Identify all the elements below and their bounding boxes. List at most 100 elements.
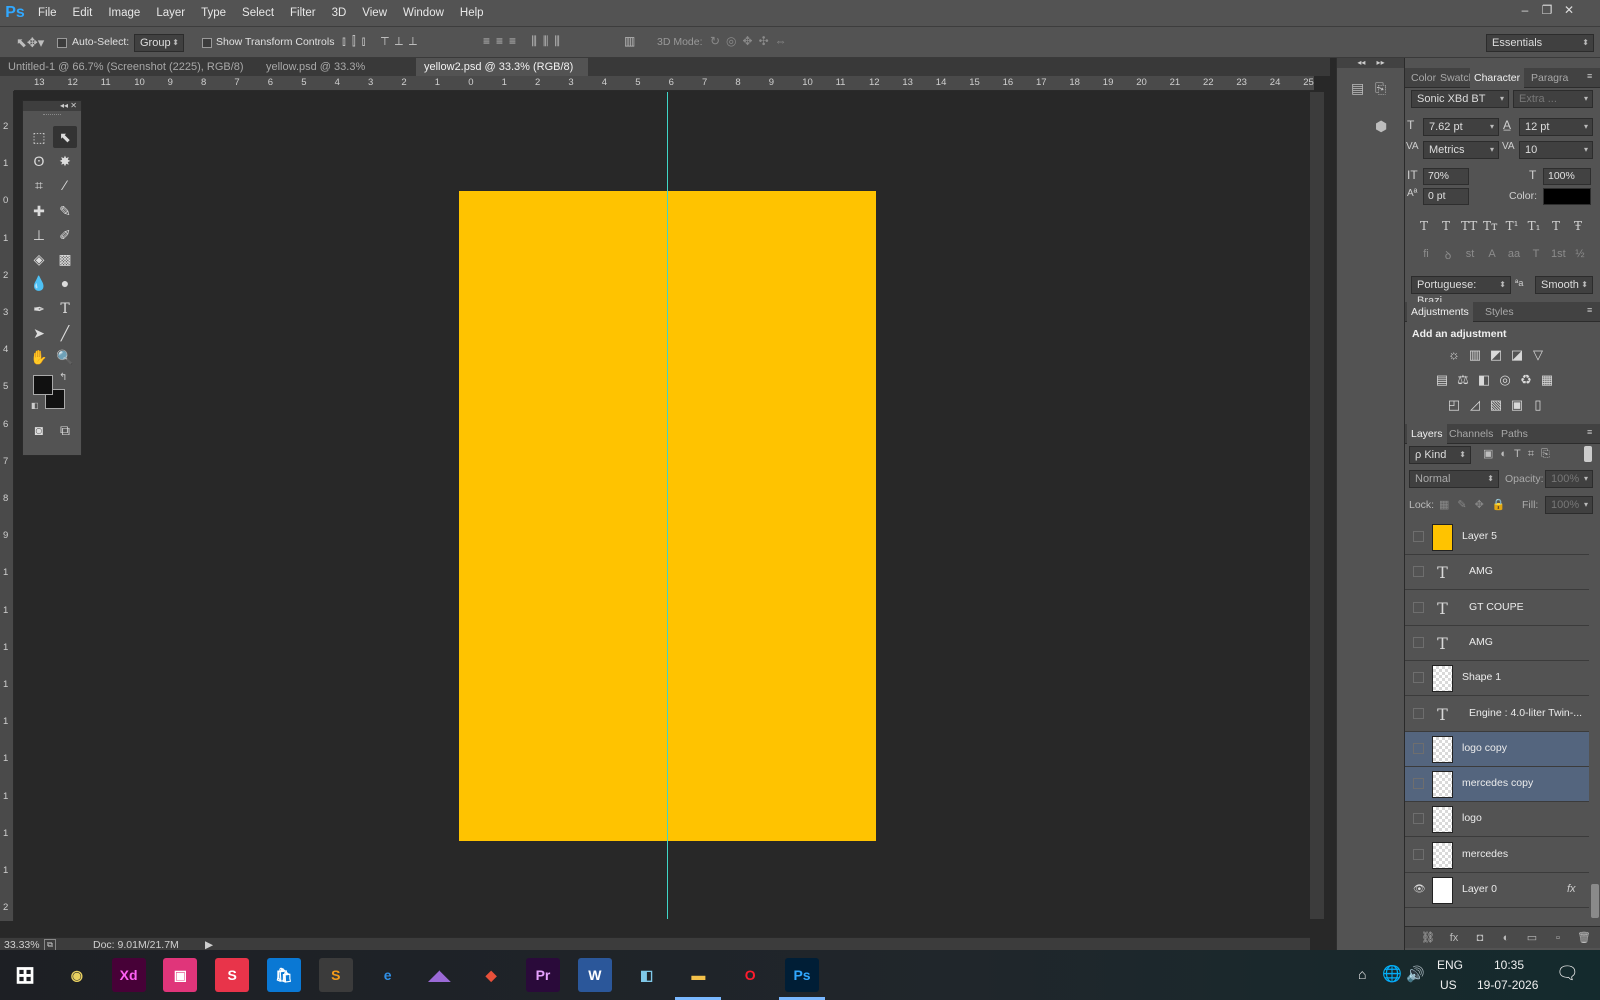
layer-footer-icon[interactable]: ▭: [1525, 931, 1539, 944]
clock-date[interactable]: 19-07-2026: [1477, 978, 1538, 992]
actions-panel-icon[interactable]: ⎘: [1375, 80, 1386, 97]
taskbar-sublime-icon[interactable]: S: [318, 958, 353, 992]
taskbar-visual-studio-icon[interactable]: ◢◣: [422, 958, 456, 992]
layer-name[interactable]: AMG: [1469, 565, 1493, 577]
type-style-icon[interactable]: T: [1417, 219, 1431, 233]
layer-name[interactable]: Layer 0: [1462, 883, 1497, 895]
opentype-icon[interactable]: aa: [1507, 248, 1521, 263]
type-style-icon[interactable]: T¹: [1505, 219, 1519, 233]
taskbar-word-icon[interactable]: W: [577, 958, 612, 992]
layer-name[interactable]: AMG: [1469, 636, 1493, 648]
visibility-toggle[interactable]: [1413, 742, 1424, 754]
visibility-toggle[interactable]: [1413, 636, 1424, 648]
lasso-tool-icon[interactable]: ʘ: [27, 150, 51, 172]
type-style-icon[interactable]: T₁: [1527, 219, 1541, 233]
language-code[interactable]: ENG: [1437, 958, 1463, 972]
3d-panel-icon[interactable]: ⬢: [1375, 118, 1387, 135]
foreground-color-swatch[interactable]: [33, 375, 53, 395]
region-code[interactable]: US: [1440, 978, 1457, 992]
close-button[interactable]: ✕: [1559, 2, 1579, 18]
menu-type[interactable]: Type: [193, 0, 234, 26]
crop-tool-icon[interactable]: ⌗: [27, 174, 51, 196]
layer-row[interactable]: logo copy: [1405, 731, 1589, 767]
taskbar-store-icon[interactable]: 🛍: [267, 958, 301, 992]
font-size-field[interactable]: 7.62 pt ▾: [1423, 118, 1499, 136]
opentype-icon[interactable]: fi: [1419, 248, 1433, 263]
toolbox-header[interactable]: ◂◂ ✕: [23, 101, 81, 111]
horizontal-scale-field[interactable]: 100%: [1543, 168, 1591, 185]
adjustment-icon[interactable]: ▥: [1468, 347, 1482, 363]
layer-name[interactable]: GT COUPE: [1469, 601, 1524, 613]
type-style-icon[interactable]: Tт: [1483, 219, 1498, 233]
layer-filter-dropdown[interactable]: ρ Kind ⬍: [1409, 446, 1471, 464]
adjustment-icon[interactable]: ♻: [1519, 372, 1533, 388]
battery-icon[interactable]: ⌂: [1358, 966, 1366, 982]
taskbar-git-icon[interactable]: ◆: [474, 958, 508, 992]
panel-menu-icon[interactable]: ≡: [1587, 427, 1592, 437]
tab-paragraph[interactable]: Paragra: [1527, 68, 1572, 88]
type-tool-icon[interactable]: T: [53, 298, 77, 320]
auto-align-icon[interactable]: ▥: [624, 34, 635, 48]
restore-button[interactable]: ❐: [1537, 2, 1557, 18]
visibility-toggle[interactable]: [1413, 848, 1424, 860]
opentype-icon[interactable]: A: [1485, 248, 1499, 263]
pen-tool-icon[interactable]: ✒: [27, 298, 51, 320]
type-style-icon[interactable]: TT: [1461, 219, 1477, 233]
layer-row[interactable]: 👁 Layer 0 fx: [1405, 873, 1589, 908]
visibility-toggle[interactable]: [1413, 707, 1424, 719]
tab-yellow[interactable]: yellow.psd @ 33.3% (RGB/8)×: [258, 58, 418, 91]
tab-styles[interactable]: Styles: [1481, 302, 1518, 322]
magic-wand-icon[interactable]: ✸: [53, 150, 77, 172]
taskbar-xd-icon[interactable]: Xd: [111, 958, 146, 992]
opentype-icon[interactable]: 1st: [1551, 248, 1566, 263]
layer-row[interactable]: logo: [1405, 802, 1589, 838]
workspace-dropdown[interactable]: Essentials ⬍: [1486, 34, 1594, 52]
fill-field[interactable]: 100% ▾: [1545, 496, 1593, 514]
menu-file[interactable]: File: [30, 0, 65, 26]
path-selection-icon[interactable]: ➤: [27, 322, 51, 344]
layer-name[interactable]: Shape 1: [1462, 671, 1501, 683]
adjustment-icon[interactable]: ▽: [1531, 347, 1545, 363]
layer-row[interactable]: T AMG: [1405, 626, 1589, 661]
network-icon[interactable]: 🌐: [1382, 964, 1402, 984]
text-color-swatch[interactable]: [1543, 188, 1591, 205]
adjustment-icon[interactable]: ◿: [1468, 397, 1482, 413]
blur-tool-icon[interactable]: 💧: [27, 272, 51, 294]
minimize-button[interactable]: –: [1515, 2, 1535, 18]
quick-mask-icon[interactable]: ◙: [27, 419, 51, 441]
menu-select[interactable]: Select: [234, 0, 282, 26]
layer-row[interactable]: T GT COUPE: [1405, 591, 1589, 626]
tab-layers[interactable]: Layers: [1407, 424, 1447, 444]
tab-character[interactable]: Character: [1470, 68, 1525, 88]
opentype-icon[interactable]: ꝺ: [1441, 248, 1455, 263]
align-icons[interactable]: ⫾⫿⫾ ⊤⊥⊥: [342, 34, 423, 49]
type-style-icon[interactable]: Ŧ: [1571, 219, 1585, 233]
clock-time[interactable]: 10:35: [1494, 958, 1524, 972]
menu-edit[interactable]: Edit: [65, 0, 101, 26]
healing-brush-icon[interactable]: ✚: [27, 200, 51, 222]
opentype-icon[interactable]: ½: [1573, 248, 1587, 263]
adjustment-icon[interactable]: ▯: [1531, 397, 1545, 413]
kerning-dropdown[interactable]: Metrics ▾: [1423, 141, 1499, 159]
eye-icon[interactable]: 👁: [1413, 884, 1426, 895]
layer-fx-icon[interactable]: fx: [1567, 883, 1576, 895]
tracking-dropdown[interactable]: 10 ▾: [1519, 141, 1593, 159]
gradient-tool-icon[interactable]: ▩: [53, 248, 77, 270]
leading-field[interactable]: 12 pt ▾: [1519, 118, 1593, 136]
adjustment-icon[interactable]: ▤: [1435, 372, 1449, 388]
history-brush-icon[interactable]: ✐: [53, 224, 77, 246]
adjustment-icon[interactable]: ◪: [1510, 347, 1524, 363]
layer-name[interactable]: mercedes: [1462, 848, 1508, 860]
hand-tool-icon[interactable]: ✋: [27, 346, 51, 368]
menu-view[interactable]: View: [354, 0, 395, 26]
language-dropdown[interactable]: Portuguese: Brazi... ⬍: [1411, 276, 1511, 307]
visibility-toggle[interactable]: [1413, 672, 1424, 684]
layer-name[interactable]: logo copy: [1462, 742, 1507, 754]
vertical-scale-field[interactable]: 70%: [1423, 168, 1469, 185]
adjustment-icon[interactable]: ⚖: [1456, 372, 1470, 388]
eraser-tool-icon[interactable]: ◈: [27, 248, 51, 270]
taskbar-premiere-icon[interactable]: Pr: [526, 958, 560, 992]
panel-menu-icon[interactable]: ≡: [1587, 71, 1592, 81]
menu-window[interactable]: Window: [395, 0, 452, 26]
move-tool-icon[interactable]: ⬉: [53, 126, 77, 148]
